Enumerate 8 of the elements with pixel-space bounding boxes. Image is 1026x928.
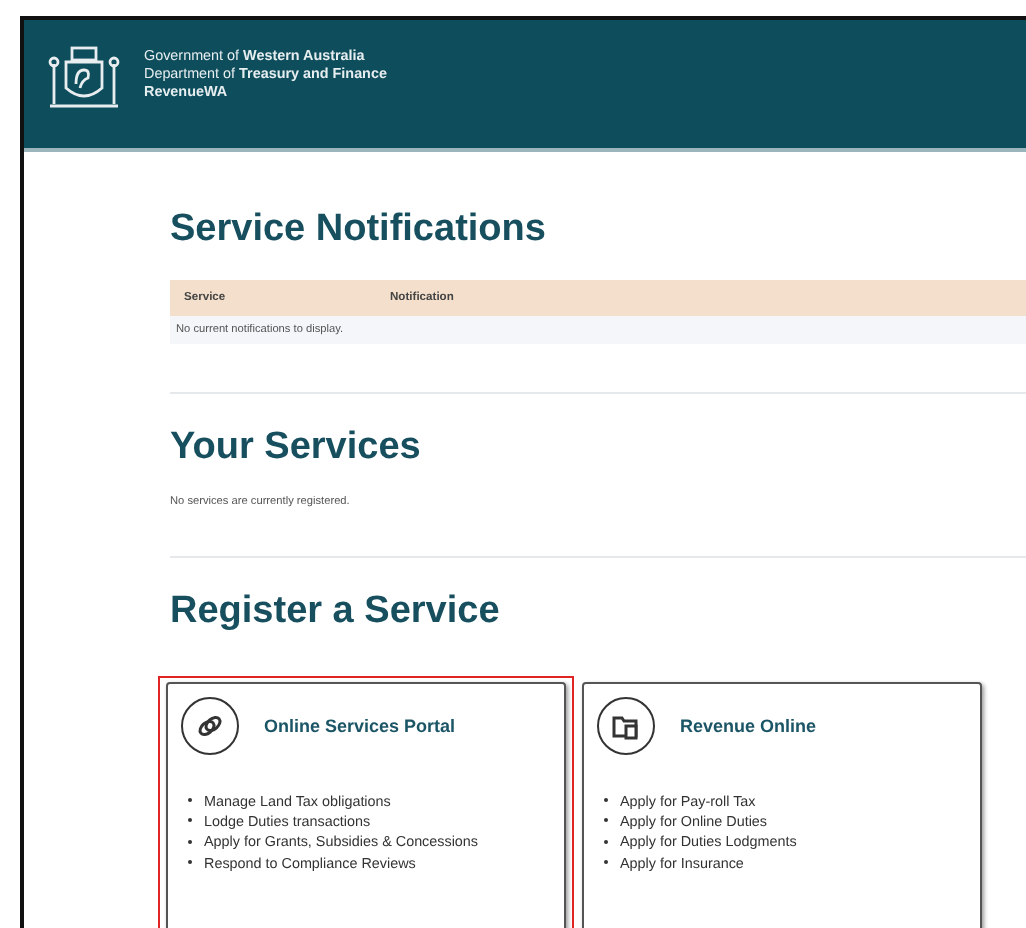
link-icon [180,696,240,756]
section-heading: Service Notifications [170,206,548,254]
crest-icon [44,44,124,112]
card-title: Revenue Online [680,716,817,736]
section-heading: Your Services [170,424,423,472]
section-heading: Register a Service [170,588,502,636]
folder-icon [596,696,656,756]
card-title: Online Services Portal [264,716,456,736]
